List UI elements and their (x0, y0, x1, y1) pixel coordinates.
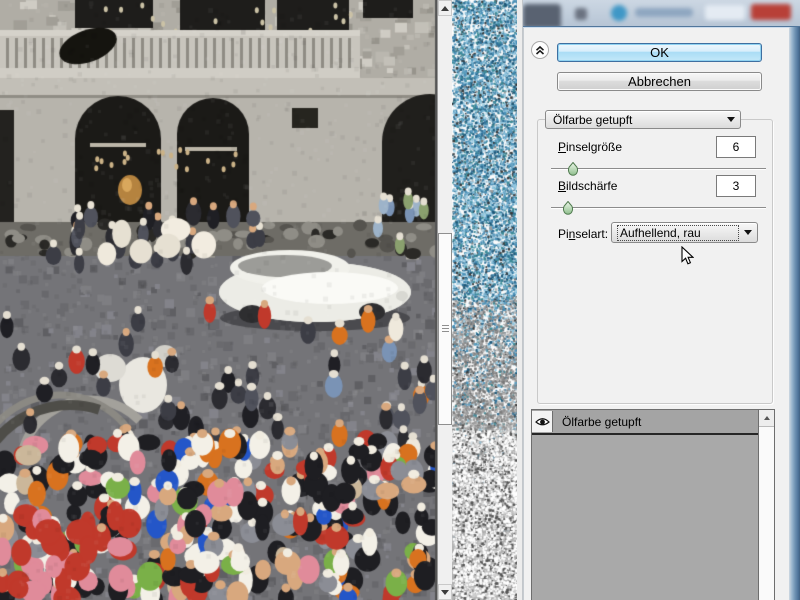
dropdown-arrow-zone (722, 112, 739, 127)
browser-tab (523, 4, 561, 26)
sharpness-slider[interactable] (551, 200, 766, 216)
preview-canvas[interactable] (0, 0, 437, 600)
brush-type-dropdown[interactable]: Aufhellend, rau (611, 222, 758, 243)
double-chevron-up-icon (535, 45, 545, 55)
scroll-up-button[interactable] (438, 0, 452, 16)
visibility-toggle[interactable] (532, 411, 553, 432)
applied-effects-list[interactable]: Ölfarbe getupft (531, 409, 775, 600)
cancel-button[interactable]: Abbrechen (557, 72, 762, 91)
slider-thumb[interactable] (563, 200, 574, 215)
arrow-down-icon (441, 589, 449, 595)
slider-track[interactable] (551, 168, 766, 169)
effects-scrollbar[interactable] (758, 410, 774, 600)
preview-scrollbar[interactable] (437, 0, 452, 600)
browser-text-blur (635, 8, 693, 17)
browser-red-element (751, 4, 791, 20)
browser-avatar-icon (611, 5, 627, 21)
chevron-down-icon (726, 117, 735, 122)
sharpness-label: Bildschärfe (558, 179, 618, 193)
mouse-cursor-icon (681, 246, 694, 265)
arrow-up-icon (763, 416, 770, 420)
brush-type-label: Pinselart: (558, 227, 609, 241)
slider-track[interactable] (551, 207, 766, 208)
background-noise-texture (452, 0, 517, 600)
scrollbar-grip-icon (442, 325, 449, 333)
browser-icon (575, 8, 587, 20)
window-border-right (789, 27, 800, 600)
effect-name: Ölfarbe getupft (562, 414, 642, 429)
filter-preview-pane[interactable] (0, 0, 437, 600)
screenshot-root: { "colors": { "panel_bg": "#f1f1f1", "ok… (0, 0, 800, 600)
effect-row[interactable]: Ölfarbe getupft (532, 410, 758, 435)
brush-type-value: Aufhellend, rau (617, 224, 739, 241)
scrollbar-thumb[interactable] (438, 233, 452, 425)
filter-select-dropdown[interactable]: Ölfarbe getupft (545, 110, 741, 129)
browser-button-blur (705, 5, 745, 20)
filter-select-value: Ölfarbe getupft (553, 112, 633, 127)
brush-size-input[interactable]: 6 (716, 136, 756, 158)
scroll-down-button[interactable] (438, 584, 452, 600)
chevron-down-icon (743, 230, 752, 235)
dropdown-arrow-zone (739, 224, 756, 241)
eye-icon (534, 417, 550, 425)
sharpness-input[interactable]: 3 (716, 175, 756, 197)
filter-dialog-panel: OK Abbrechen Ölfarbe getupft Pinselgröße… (523, 26, 800, 600)
brush-size-label: Pinselgröße (558, 140, 623, 154)
arrow-up-icon (441, 5, 449, 11)
ok-button[interactable]: OK (557, 43, 762, 62)
collapse-panel-button[interactable] (531, 41, 549, 59)
slider-thumb[interactable] (567, 161, 578, 176)
scroll-up-button[interactable] (759, 410, 774, 427)
background-browser-chrome (523, 0, 800, 26)
